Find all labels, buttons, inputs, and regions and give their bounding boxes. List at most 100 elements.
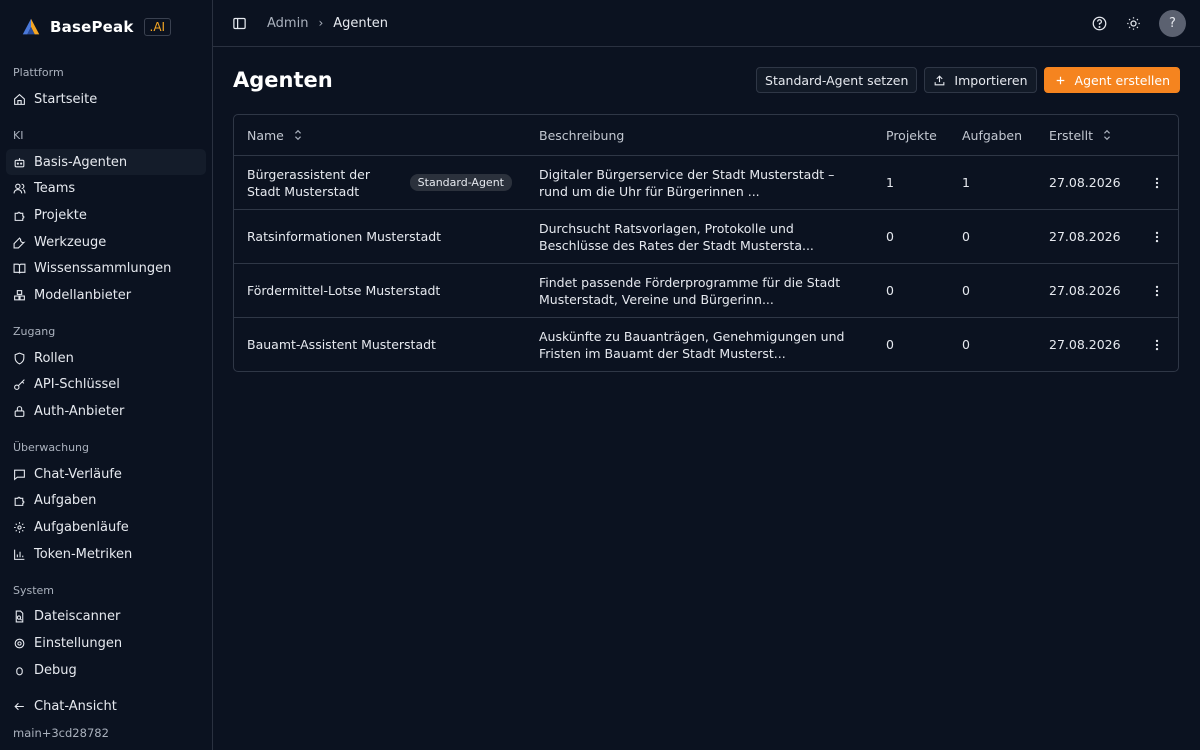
sidebar-item-einstellungen[interactable]: Einstellungen [6, 630, 206, 657]
home-icon [14, 93, 25, 105]
create-agent-button[interactable]: Agent erstellen [1043, 67, 1180, 93]
more-vertical-icon[interactable] [1150, 176, 1164, 190]
sidebar-item-aufgabenlaeufe[interactable]: Aufgabenläufe [6, 514, 206, 541]
sidebar-item-label: Aufgaben [34, 493, 97, 509]
table-row[interactable]: Bürgerassistent der Stadt Musterstadt St… [234, 155, 1178, 209]
column-header-created[interactable]: Erstellt [1049, 128, 1112, 143]
chat-view-label: Chat-Ansicht [34, 699, 117, 715]
boxes-icon [14, 290, 25, 301]
topbar: Admin › Agenten ? [213, 0, 1200, 47]
sidebar-item-api-schluessel[interactable]: API-Schlüssel [6, 372, 206, 399]
sidebar-item-label: Auth-Anbieter [34, 404, 125, 420]
agent-name: Bauamt-Assistent Musterstadt [247, 337, 436, 352]
sidebar: BasePeak .AI Plattform Startseite KI Bas… [0, 0, 213, 750]
book-icon [13, 263, 26, 274]
sidebar-item-label: Dateiscanner [34, 609, 121, 625]
create-agent-label: Agent erstellen [1074, 72, 1170, 88]
table-row[interactable]: Fördermittel-Lotse Musterstadt Findet pa… [234, 263, 1178, 317]
gear-icon [14, 638, 25, 649]
agent-tasks: 0 [962, 283, 970, 298]
agent-tasks: 0 [962, 229, 970, 244]
nav-section-title: Plattform [13, 66, 64, 79]
sidebar-item-wissenssammlungen[interactable]: Wissenssammlungen [6, 255, 206, 282]
sidebar-item-token-metriken[interactable]: Token-Metriken [6, 541, 206, 568]
file-scan-icon [15, 611, 24, 623]
default-agent-badge: Standard-Agent [409, 174, 512, 191]
version-label: main+3cd28782 [13, 726, 109, 740]
sidebar-item-label: Werkzeuge [34, 234, 107, 250]
nav-section-title: Überwachung [13, 440, 90, 454]
agent-description: Findet passende Förderprogramme für die … [539, 274, 841, 307]
sidebar-item-basis-agenten[interactable]: Basis-Agenten [6, 148, 206, 176]
page-actions: Standard-Agent setzen Importieren Agent … [756, 67, 1180, 93]
agent-tasks: 1 [962, 175, 970, 190]
sidebar-item-label: Modellanbieter [34, 287, 132, 303]
sidebar-item-teams[interactable]: Teams [6, 175, 206, 202]
sidebar-item-label: Chat-Verläufe [34, 466, 122, 482]
sidebar-item-label: Teams [34, 181, 76, 197]
sidebar-item-label: API-Schlüssel [34, 377, 120, 393]
sidebar-item-projekte[interactable]: Projekte [6, 202, 206, 229]
key-icon [14, 379, 25, 391]
theme-toggle-button[interactable] [1121, 11, 1145, 35]
avatar[interactable]: ? [1159, 9, 1186, 37]
column-header-name[interactable]: Name [247, 128, 303, 143]
sidebar-item-dateiscanner[interactable]: Dateiscanner [6, 604, 206, 631]
chat-view-link[interactable]: Chat-Ansicht [6, 693, 206, 720]
sidebar-item-chat-verlaeufe[interactable]: Chat-Verläufe [6, 461, 206, 488]
agent-tasks: 0 [962, 337, 970, 352]
content: Agenten Standard-Agent setzen Importiere… [213, 47, 1200, 372]
breadcrumb-current: Agenten [333, 15, 388, 31]
agent-created: 27.08.2026 [1049, 175, 1121, 190]
agent-name: Bürgerassistent der Stadt Musterstadt [247, 166, 371, 199]
sidebar-footer: Chat-Ansicht main+3cd28782 [6, 693, 206, 750]
sidebar-item-label: Startseite [34, 91, 98, 107]
import-label: Importieren [954, 72, 1028, 88]
agent-projects: 0 [886, 229, 894, 244]
table-row[interactable]: Ratsinformationen Musterstadt Durchsucht… [234, 209, 1178, 263]
help-button[interactable] [1087, 11, 1111, 35]
import-button[interactable]: Importieren [924, 67, 1037, 93]
breadcrumb-admin[interactable]: Admin [267, 16, 308, 31]
set-default-agent-button[interactable]: Standard-Agent setzen [756, 67, 918, 93]
agent-projects: 1 [886, 175, 894, 190]
agents-table: Name Beschreibung Projekte Aufgaben Erst… [233, 114, 1179, 372]
more-vertical-icon[interactable] [1150, 284, 1164, 298]
puzzle-icon [14, 211, 25, 221]
nav-section-title: System [13, 583, 55, 597]
sidebar-item-startseite[interactable]: Startseite [6, 86, 206, 113]
sidebar-item-label: Rollen [34, 350, 74, 366]
sidebar-item-werkzeuge[interactable]: Werkzeuge [6, 229, 206, 256]
column-header-label: Name [247, 127, 284, 143]
sidebar-item-auth-anbieter[interactable]: Auth-Anbieter [6, 398, 206, 425]
bug-icon [16, 667, 23, 676]
agent-projects: 0 [886, 337, 894, 352]
sidebar-item-label: Wissenssammlungen [34, 261, 172, 277]
sidebar-item-label: Projekte [34, 207, 87, 223]
sort-icon [1104, 129, 1110, 141]
more-vertical-icon[interactable] [1150, 230, 1164, 244]
brand-logo[interactable]: BasePeak .AI [0, 0, 212, 54]
agent-created: 27.08.2026 [1049, 229, 1121, 244]
plus-icon [1056, 76, 1064, 84]
sidebar-item-debug[interactable]: Debug [6, 657, 206, 684]
agent-description: Durchsucht Ratsvorlagen, Protokolle und … [539, 220, 814, 253]
upload-icon [935, 74, 945, 85]
sidebar-item-label: Einstellungen [34, 636, 123, 652]
panel-left-icon [232, 17, 246, 29]
sidebar-item-modellanbieter[interactable]: Modellanbieter [6, 282, 206, 309]
arrow-left-icon [14, 703, 24, 711]
settings-cog-icon [14, 522, 25, 534]
sidebar-toggle-button[interactable] [227, 11, 251, 35]
sidebar-item-aufgaben[interactable]: Aufgaben [6, 488, 206, 515]
agent-projects: 0 [886, 283, 894, 298]
more-vertical-icon[interactable] [1150, 338, 1164, 352]
chevron-right-icon: › [318, 16, 324, 30]
help-circle-icon [1092, 16, 1106, 30]
table-row[interactable]: Bauamt-Assistent Musterstadt Auskünfte z… [234, 317, 1178, 371]
column-header-projects: Projekte [886, 127, 937, 143]
users-icon [13, 183, 26, 194]
sidebar-item-rollen[interactable]: Rollen [6, 345, 206, 372]
sidebar-item-label: Aufgabenläufe [34, 520, 129, 536]
sun-icon [1126, 16, 1140, 30]
